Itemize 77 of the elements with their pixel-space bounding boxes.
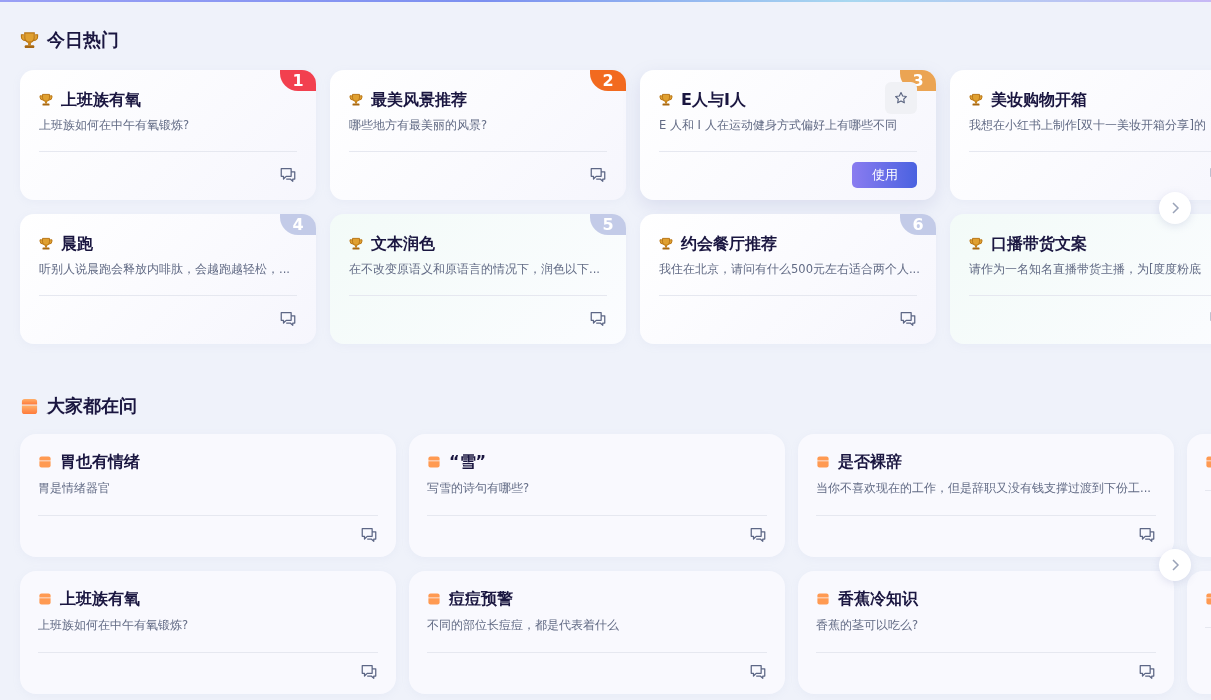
chat-icon[interactable] xyxy=(749,526,767,544)
section-title: 大家都在问 xyxy=(47,394,137,418)
prompt-card[interactable]: 美妆购物开箱 我想在小红书上制作[双十一美妆开箱分享]的 xyxy=(950,70,1211,200)
trophy-icon xyxy=(39,237,53,251)
star-icon xyxy=(894,91,908,105)
stack-icon xyxy=(427,592,441,606)
trophy-icon xyxy=(20,30,39,50)
chat-icon[interactable] xyxy=(360,526,378,544)
card-title: 约会餐厅推荐 xyxy=(681,233,777,255)
use-button[interactable]: 使用 xyxy=(852,162,917,188)
trophy-icon xyxy=(969,93,983,107)
card-description: 写雪的诗句有哪些? xyxy=(427,481,531,497)
trophy-icon xyxy=(39,93,53,107)
prompt-card[interactable]: 2 最美风景推荐 哪些地方有最美丽的风景? xyxy=(330,70,626,200)
card-title: 晨跑 xyxy=(61,233,93,255)
card-title: E人与I人 xyxy=(681,89,746,111)
trophy-icon xyxy=(969,237,983,251)
prompt-card[interactable]: 香蕉冷知识 香蕉的茎可以吃么? xyxy=(798,571,1174,694)
prompt-card[interactable]: 上班族有氧 上班族如何在中午有氧锻炼? xyxy=(20,571,396,694)
card-description: 上班族如何在中午有氧锻炼? xyxy=(39,118,191,134)
card-title: 美妆购物开箱 xyxy=(991,89,1087,111)
chat-icon[interactable] xyxy=(899,310,917,328)
trophy-icon xyxy=(659,93,673,107)
trophy-icon xyxy=(349,93,363,107)
chat-icon[interactable] xyxy=(279,166,297,184)
prompt-card[interactable]: 胃也有情绪 胃是情绪器官 xyxy=(20,434,396,557)
rank-badge: 1 xyxy=(280,70,316,91)
chat-icon[interactable] xyxy=(1138,526,1156,544)
prompt-card[interactable]: 4 晨跑 听别人说晨跑会释放内啡肽，会越跑越轻松，... xyxy=(20,214,316,344)
chat-icon[interactable] xyxy=(589,310,607,328)
stack-icon xyxy=(20,396,39,416)
card-title: 最美风景推荐 xyxy=(371,89,467,111)
trophy-icon xyxy=(659,237,673,251)
rank-badge: 6 xyxy=(900,214,936,235)
trophy-icon xyxy=(349,237,363,251)
card-title: 胃也有情绪 xyxy=(60,451,140,473)
card-title: 香蕉冷知识 xyxy=(838,588,918,610)
chat-icon[interactable] xyxy=(749,663,767,681)
prompt-card[interactable]: 痘痘预警 不同的部位长痘痘，都是代表着什么 xyxy=(409,571,785,694)
stack-icon xyxy=(38,455,52,469)
rank-badge: 5 xyxy=(590,214,626,235)
card-description: 上班族如何在中午有氧锻炼? xyxy=(38,618,190,634)
card-description: 我住在北京，请问有什么500元左右适合两个人... xyxy=(659,262,917,278)
card-title: 口播带货文案 xyxy=(991,233,1087,255)
card-description: 胃是情绪器官 xyxy=(38,481,111,497)
prompt-card[interactable]: 口播带货文案 请作为一名知名直播带货主播，为[度度粉底 xyxy=(950,214,1211,344)
card-title: 文本润色 xyxy=(371,233,435,255)
card-description: 当你不喜欢现在的工作，但是辞职又没有钱支撑过渡到下份工... xyxy=(816,481,1152,497)
stack-icon xyxy=(38,592,52,606)
prompt-card[interactable]: “雪” 写雪的诗句有哪些? xyxy=(409,434,785,557)
prompt-card[interactable]: 6 约会餐厅推荐 我住在北京，请问有什么500元左右适合两个人... xyxy=(640,214,936,344)
stack-icon xyxy=(427,455,441,469)
card-description: 我想在小红书上制作[双十一美妆开箱分享]的 xyxy=(969,118,1207,134)
chat-icon[interactable] xyxy=(279,310,297,328)
card-description: 在不改变原语义和原语言的情况下，润色以下... xyxy=(349,262,601,278)
card-description: 听别人说晨跑会释放内啡肽，会越跑越轻松，... xyxy=(39,262,291,278)
card-title: 痘痘预警 xyxy=(449,588,513,610)
stack-icon xyxy=(816,592,830,606)
rank-badge: 4 xyxy=(280,214,316,235)
rank-badge: 2 xyxy=(590,70,626,91)
chat-icon[interactable] xyxy=(589,166,607,184)
card-title: 上班族有氧 xyxy=(61,89,141,111)
card-title: 上班族有氧 xyxy=(60,588,140,610)
card-description: 香蕉的茎可以吃么? xyxy=(816,618,920,634)
card-title: “雪” xyxy=(449,451,487,473)
card-title: 是否裸辞 xyxy=(838,451,902,473)
card-description: 请作为一名知名直播带货主播，为[度度粉底 xyxy=(969,262,1203,278)
section-title: 今日热门 xyxy=(47,28,119,52)
chat-icon[interactable] xyxy=(360,663,378,681)
stack-icon xyxy=(816,455,830,469)
prompt-card[interactable]: 5 文本润色 在不改变原语义和原语言的情况下，润色以下... xyxy=(330,214,626,344)
card-description: 哪些地方有最美丽的风景? xyxy=(349,118,489,134)
card-description: 不同的部位长痘痘，都是代表着什么 xyxy=(427,618,620,634)
prompt-card[interactable]: 1 上班族有氧 上班族如何在中午有氧锻炼? xyxy=(20,70,316,200)
chat-icon[interactable] xyxy=(1138,663,1156,681)
prompt-card[interactable]: 是否裸辞 当你不喜欢现在的工作，但是辞职又没有钱支撑过渡到下份工... xyxy=(798,434,1174,557)
card-description: E 人和 I 人在运动健身方式偏好上有哪些不同 xyxy=(659,118,898,134)
